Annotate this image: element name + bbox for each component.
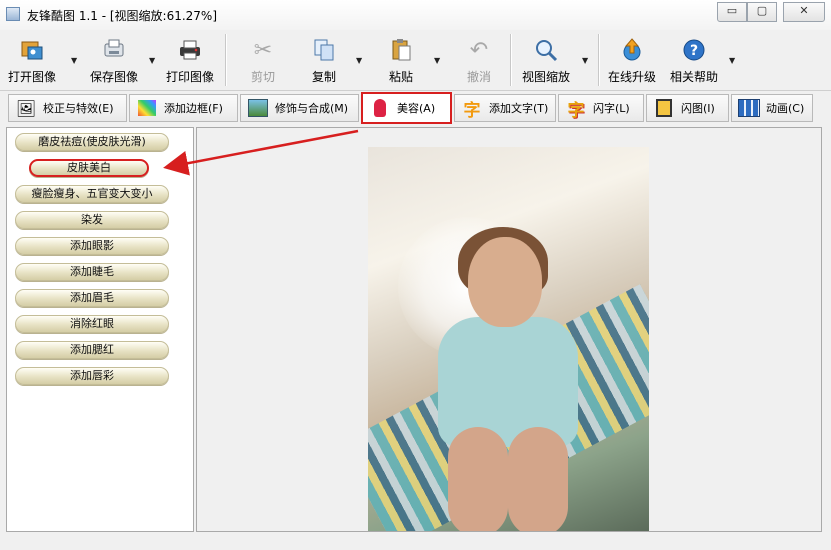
title-bar: 友锋酷图 1.1 - [视图缩放:61.27%] ▭ ▢ ✕ <box>0 0 831 31</box>
tab-add-frame[interactable]: 添加边框(F) <box>129 94 238 122</box>
add-text-icon: 字 <box>463 100 481 121</box>
slim-face-button[interactable]: 瘦脸瘦身、五官变大变小 <box>15 185 169 203</box>
person <box>428 227 578 531</box>
add-blush-button[interactable]: 添加腮红 <box>15 341 169 359</box>
print-image-button[interactable]: 打印图像 <box>166 34 214 85</box>
undo-button[interactable]: ↶ 撤消 <box>462 34 496 85</box>
flash-image-icon <box>653 98 675 118</box>
toolbar-separator <box>225 34 227 86</box>
remove-red-eye-button[interactable]: 消除红眼 <box>15 315 169 333</box>
tab-compose[interactable]: 修饰与合成(M) <box>240 94 359 122</box>
main-toolbar: 打开图像 ▼ 保存图像 ▼ 打印图像 ✂ 剪切 复制 ▼ 粘贴 ▼ ↶ 撤消 视… <box>0 30 831 91</box>
zoom-icon <box>529 34 563 66</box>
maximize-button[interactable]: ▢ <box>747 2 777 22</box>
tab-correction-effects[interactable]: 🖼 校正与特效(E) <box>8 94 127 122</box>
animation-icon <box>738 98 760 118</box>
close-button[interactable]: ✕ <box>783 2 825 22</box>
chevron-down-icon[interactable]: ▼ <box>71 56 77 65</box>
tab-add-text[interactable]: 字 添加文字(T) <box>454 94 556 122</box>
person-body <box>438 317 578 447</box>
flash-text-icon: 字 <box>567 100 585 121</box>
save-image-button[interactable]: 保存图像 <box>90 34 138 85</box>
tab-beauty[interactable]: 美容(A) <box>361 92 452 124</box>
image-preview-area[interactable] <box>196 127 822 532</box>
add-lip-gloss-button[interactable]: 添加唇彩 <box>15 367 169 385</box>
chevron-down-icon[interactable]: ▼ <box>582 56 588 65</box>
app-icon <box>6 7 20 21</box>
paste-button[interactable]: 粘贴 <box>384 34 418 85</box>
help-button[interactable]: ? 相关帮助 <box>670 34 718 85</box>
online-upgrade-icon <box>615 34 649 66</box>
beauty-icon <box>369 98 391 118</box>
chevron-down-icon[interactable]: ▼ <box>356 56 362 65</box>
window-title: 友锋酷图 1.1 - [视图缩放:61.27%] <box>27 9 218 23</box>
chevron-down-icon[interactable]: ▼ <box>149 56 155 65</box>
save-image-icon <box>97 34 131 66</box>
function-list-panel: 磨皮祛痘(使皮肤光滑) 皮肤美白 瘦脸瘦身、五官变大变小 染发 添加眼影 添加睫… <box>6 127 194 532</box>
add-eyelashes-button[interactable]: 添加睫毛 <box>15 263 169 281</box>
open-image-button[interactable]: 打开图像 <box>8 34 56 85</box>
person-leg <box>448 427 508 531</box>
correction-effects-icon: 🖼 <box>15 98 37 118</box>
tab-animation[interactable]: 动画(C) <box>731 94 813 122</box>
function-tabs: 🖼 校正与特效(E) 添加边框(F) 修饰与合成(M) 美容(A) 字 添加文字… <box>0 92 831 126</box>
add-eyeshadow-button[interactable]: 添加眼影 <box>15 237 169 255</box>
toolbar-separator <box>510 34 512 86</box>
online-upgrade-button[interactable]: 在线升级 <box>608 34 656 85</box>
hair-dye-button[interactable]: 染发 <box>15 211 169 229</box>
tab-flash-text[interactable]: 字 闪字(L) <box>558 94 644 122</box>
status-bar <box>0 532 831 550</box>
chevron-down-icon[interactable]: ▼ <box>434 56 440 65</box>
toolbar-separator <box>598 34 600 86</box>
help-icon: ? <box>677 34 711 66</box>
person-face <box>468 237 542 327</box>
minimize-button[interactable]: ▭ <box>717 2 747 22</box>
svg-text:?: ? <box>690 43 698 59</box>
undo-icon: ↶ <box>469 37 489 63</box>
add-eyebrows-button[interactable]: 添加眉毛 <box>15 289 169 307</box>
copy-icon <box>307 34 341 66</box>
window-controls: ▭ ▢ ✕ <box>717 2 825 22</box>
skin-whitening-button[interactable]: 皮肤美白 <box>29 159 149 177</box>
paste-icon <box>384 34 418 66</box>
chevron-down-icon[interactable]: ▼ <box>729 56 735 65</box>
printer-icon <box>173 34 207 66</box>
tab-flash-image[interactable]: 闪图(I) <box>646 94 729 122</box>
preview-photo <box>368 147 649 531</box>
open-image-icon <box>15 34 49 66</box>
cut-button[interactable]: ✂ 剪切 <box>246 34 280 85</box>
zoom-view-button[interactable]: 视图缩放 <box>522 34 570 85</box>
compose-icon <box>247 98 269 118</box>
copy-button[interactable]: 复制 <box>307 34 341 85</box>
scissors-icon: ✂ <box>253 37 273 63</box>
smooth-skin-button[interactable]: 磨皮祛痘(使皮肤光滑) <box>15 133 169 151</box>
person-leg <box>508 427 568 531</box>
add-frame-icon <box>136 98 158 118</box>
